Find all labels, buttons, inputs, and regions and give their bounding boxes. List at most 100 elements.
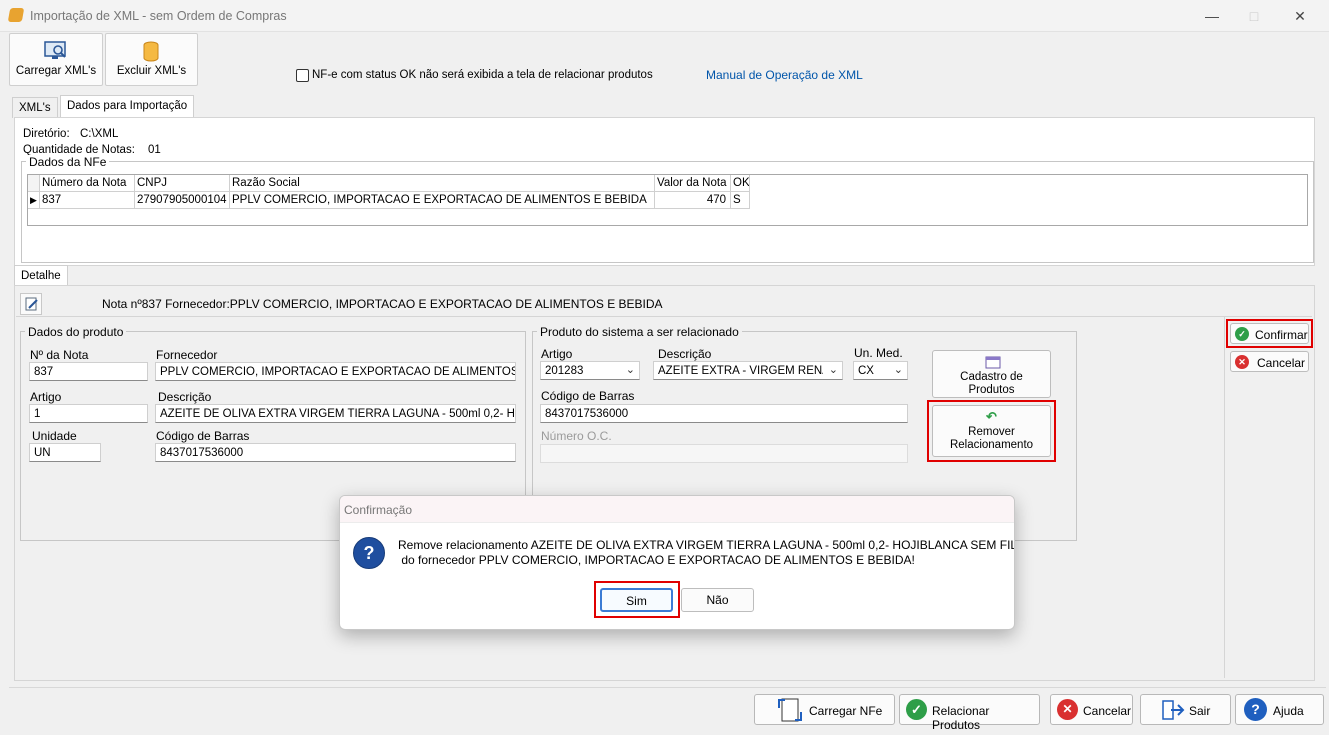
carregar-nfe-button[interactable]: Carregar NFe (754, 694, 895, 725)
ajuda-label: Ajuda (1273, 704, 1304, 718)
cancelar-label: Cancelar (1083, 704, 1132, 718)
remover-relacionamento-button[interactable]: ↶ Remover Relacionamento (932, 405, 1051, 457)
monitor-search-icon (44, 41, 66, 59)
delete-xml-button[interactable]: Excluir XML's (105, 33, 198, 86)
sys-oc-label: Número O.C. (541, 429, 612, 443)
nota-field[interactable]: 837 (29, 362, 148, 381)
fornecedor-label: Fornecedor (156, 348, 218, 362)
sair-label: Sair (1189, 704, 1211, 718)
carregar-nfe-label: Carregar NFe (809, 704, 883, 718)
col-valor[interactable]: Valor da Nota (655, 175, 731, 192)
artigo-field[interactable]: 1 (29, 404, 148, 423)
product-group-title: Dados do produto (25, 325, 127, 339)
database-icon (143, 41, 159, 62)
manual-link[interactable]: Manual de Operação de XML (706, 68, 863, 82)
table-header-indicator (28, 175, 40, 192)
dialog-message-line2: do fornecedor PPLV COMERCIO, IMPORTACAO … (398, 553, 915, 567)
cancelar-side-label: Cancelar (1257, 356, 1306, 370)
chevron-down-icon: ⌄ (625, 364, 635, 376)
exit-door-icon (1162, 700, 1185, 720)
tab-detalhe[interactable]: Detalhe (14, 265, 68, 286)
table-cell-valor[interactable]: 470 (655, 192, 731, 209)
sys-unmed-label: Un. Med. (854, 346, 903, 360)
tab-xmls[interactable]: XML's (12, 97, 58, 118)
cancel-icon: ✕ (1235, 355, 1249, 369)
sys-oc-field[interactable] (540, 444, 908, 463)
cadastro-label: Cadastro de Produtos (960, 371, 1023, 396)
tab-dados-importacao[interactable]: Dados para Importação (60, 95, 195, 118)
window-title: Importação de XML - sem Ordem de Compras (30, 9, 287, 23)
ajuda-button[interactable]: ? Ajuda (1235, 694, 1324, 725)
barras-field[interactable]: 8437017536000 (155, 443, 516, 462)
table-cell-ok[interactable]: S (731, 192, 750, 209)
sys-descricao-value: AZEITE EXTRA - VIRGEM RENATA VIDRO (658, 365, 823, 377)
confirmar-label: Confirmar (1255, 328, 1308, 342)
chevron-down-icon: ⌄ (828, 364, 838, 376)
sys-barras-field[interactable]: 8437017536000 (540, 404, 908, 423)
cadastro-produtos-button[interactable]: Cadastro de Produtos (932, 350, 1051, 398)
sys-artigo-label: Artigo (541, 347, 573, 361)
nota-label: Nº da Nota (30, 348, 89, 362)
artigo-label: Artigo (30, 390, 62, 404)
sys-descricao-select[interactable]: AZEITE EXTRA - VIRGEM RENATA VIDRO ⌄ (653, 361, 843, 380)
cancelar-button[interactable]: ✕ Cancelar (1050, 694, 1133, 725)
table-cell-cnpj[interactable]: 27907905000104 (135, 192, 230, 209)
minimize-button[interactable]: — (1191, 3, 1233, 29)
check-icon: ✓ (906, 699, 927, 720)
swap-arrows-icon (778, 698, 802, 722)
help-icon: ? (1244, 698, 1267, 721)
barras-label: Código de Barras (156, 429, 250, 443)
edit-note-icon[interactable] (20, 293, 42, 315)
descricao-field[interactable]: AZEITE DE OLIVA EXTRA VIRGEM TIERRA LAGU… (155, 404, 516, 423)
cancel-icon: ✕ (1057, 699, 1078, 720)
detail-header-text: Nota nº837 Fornecedor:PPLV COMERCIO, IMP… (102, 297, 663, 311)
dir-label: Diretório: (23, 128, 70, 140)
sim-button[interactable]: Sim (600, 588, 673, 612)
title-bar: Importação de XML - sem Ordem de Compras… (0, 0, 1329, 32)
close-button[interactable]: ✕ (1279, 3, 1321, 29)
row-indicator-icon: ▶ (28, 192, 40, 209)
system-product-group-title: Produto do sistema a ser relacionado (537, 325, 742, 339)
nfe-group-title: Dados da NFe (26, 155, 110, 169)
nfe-table: Número da Nota CNPJ Razão Social Valor d… (27, 174, 1308, 226)
sys-unmed-value: CX (858, 365, 874, 377)
load-xml-label: Carregar XML's (15, 65, 97, 77)
confirmar-button[interactable]: ✓ Confirmar (1230, 323, 1309, 344)
calendar-icon (985, 356, 1001, 369)
descricao-label: Descrição (158, 390, 212, 404)
relacionar-label: Relacionar Produtos (932, 704, 990, 732)
sys-barras-label: Código de Barras (541, 389, 635, 403)
remover-label: Remover Relacionamento (949, 426, 1034, 451)
undo-icon: ↶ (986, 409, 997, 424)
dialog-titlebar (340, 496, 1014, 523)
dialog-title: Confirmação (344, 503, 413, 517)
col-ok[interactable]: OK (731, 175, 750, 192)
relacionar-produtos-button[interactable]: ✓ Relacionar Produtos (899, 694, 1040, 732)
unidade-label: Unidade (32, 429, 77, 443)
qty-value: 01 (148, 144, 161, 156)
sys-artigo-value: 201283 (545, 365, 584, 377)
unidade-field[interactable]: UN (29, 443, 101, 462)
chevron-down-icon: ⌄ (893, 364, 903, 376)
check-icon: ✓ (1235, 327, 1249, 341)
confirm-dialog: Confirmação ? Remove relacionamento AZEI… (339, 495, 1015, 630)
sys-artigo-select[interactable]: 201283 ⌄ (540, 361, 640, 380)
app-icon (7, 8, 25, 22)
dialog-message-line1: Remove relacionamento AZEITE DE OLIVA EX… (398, 538, 1015, 552)
delete-xml-label: Excluir XML's (116, 65, 187, 77)
load-xml-button[interactable]: Carregar XML's (9, 33, 103, 86)
sys-unmed-select[interactable]: CX ⌄ (853, 361, 908, 380)
dir-value: C:\XML (80, 128, 119, 140)
col-cnpj[interactable]: CNPJ (135, 175, 230, 192)
nao-button[interactable]: Não (681, 588, 754, 612)
maximize-button[interactable]: □ (1233, 3, 1275, 29)
table-cell-razao[interactable]: PPLV COMERCIO, IMPORTACAO E EXPORTACAO D… (230, 192, 655, 209)
hide-ok-checkbox[interactable] (296, 69, 309, 82)
col-razao[interactable]: Razão Social (230, 175, 655, 192)
cancelar-side-button[interactable]: ✕ Cancelar (1230, 351, 1309, 372)
sair-button[interactable]: Sair (1140, 694, 1231, 725)
question-icon: ? (353, 537, 385, 569)
fornecedor-field[interactable]: PPLV COMERCIO, IMPORTACAO E EXPORTACAO D… (155, 362, 516, 381)
col-numero[interactable]: Número da Nota (40, 175, 135, 192)
table-cell-numero[interactable]: 837 (40, 192, 135, 209)
